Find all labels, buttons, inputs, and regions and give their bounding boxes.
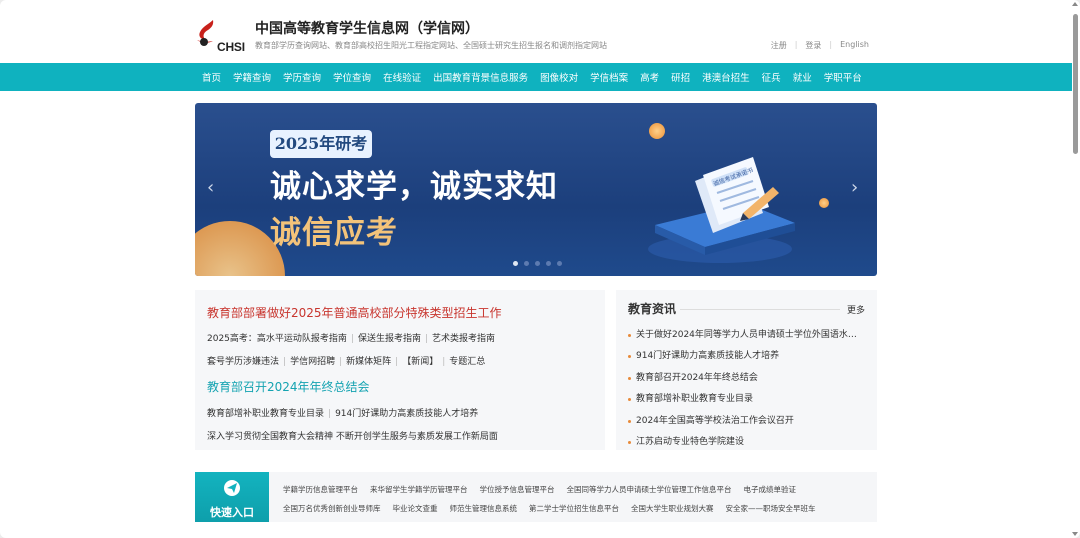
quick-entry-title: 快速入口 bbox=[210, 506, 254, 519]
banner-headline: 诚心求学，诚实求知 bbox=[270, 169, 558, 205]
title-divider bbox=[680, 309, 840, 310]
news-link[interactable]: 专题汇总 bbox=[449, 357, 485, 367]
quick-links-row: 全国万名优秀创新创业导师库 毕业论文查重 师范生管理信息系统 第二学士学位招生信… bbox=[283, 503, 816, 514]
news-link[interactable]: 教育部增补职业教育专业目录 bbox=[207, 409, 324, 419]
quick-link[interactable]: 电子成绩单验证 bbox=[744, 484, 797, 495]
banner-subheadline: 诚信应考 bbox=[270, 215, 398, 251]
banner-orb-decor bbox=[649, 123, 665, 139]
main-nav: 首页 学籍查询 学历查询 学位查询 在线验证 出国教育背景信息服务 图像校对 学… bbox=[0, 63, 1072, 91]
secondary-headline[interactable]: 教育部召开2024年年终总结会 bbox=[207, 378, 370, 395]
list-item[interactable]: 江苏启动专业特色学院建设 bbox=[628, 432, 864, 453]
news-link[interactable]: 套号学历涉嫌违法 bbox=[207, 357, 279, 367]
news-link[interactable]: 学信网招聘 bbox=[290, 357, 335, 367]
quick-link[interactable]: 学籍学历信息管理平台 bbox=[283, 484, 358, 495]
quick-link[interactable]: 师范生管理信息系统 bbox=[450, 503, 518, 514]
quick-link[interactable]: 毕业论文查重 bbox=[393, 503, 438, 514]
chsi-logo[interactable]: CHSI bbox=[195, 18, 249, 54]
carousel-dot[interactable] bbox=[546, 261, 551, 266]
featured-links-row: 2025高考：高水平运动队报考指南 | 保送生报考指南 | 艺术类报考指南 bbox=[207, 334, 496, 344]
carousel-prev-icon[interactable]: ‹ bbox=[207, 179, 219, 197]
site-title: 中国高等教育学生信息网（学信网） bbox=[255, 21, 479, 37]
carousel-dot[interactable] bbox=[524, 261, 529, 266]
list-item[interactable]: 教育部增补职业教育专业目录 bbox=[628, 389, 864, 410]
site-subtitle: 教育部学历查询网站、教育部高校招生阳光工程指定网站、全国硕士研究生招生报名和调剂… bbox=[255, 41, 607, 50]
carousel-dots bbox=[513, 261, 562, 266]
featured-links-row: 深入学习贯彻全国教育大会精神 不断开创学生服务与素质发展工作新局面 bbox=[207, 429, 498, 442]
quick-link[interactable]: 全国同等学力人员申请硕士学位管理工作信息平台 bbox=[567, 484, 732, 495]
featured-links-row: 教育部增补职业教育专业目录 | 914门好课助力高素质技能人才培养 bbox=[207, 409, 479, 419]
quick-link[interactable]: 安全家——职场安全早班车 bbox=[726, 503, 816, 514]
nav-item-xuezhi[interactable]: 学职平台 bbox=[818, 70, 868, 84]
nav-item-abroad[interactable]: 出国教育背景信息服务 bbox=[427, 70, 534, 84]
news-link[interactable]: 艺术类报考指南 bbox=[432, 334, 495, 344]
scrollbar-thumb[interactable] bbox=[1073, 14, 1078, 154]
list-item[interactable]: 2024年全国高等学校法治工作会议召开 bbox=[628, 411, 864, 432]
hero-banner[interactable]: 2025年研考 诚心求学，诚实求知 诚信应考 诚信考试承诺书 ‹ › bbox=[195, 103, 877, 276]
featured-news-panel: 教育部部署做好2025年普通高校部分特殊类型招生工作 2025高考：高水平运动队… bbox=[195, 290, 605, 450]
quick-link[interactable]: 来华留学生学籍学历管理平台 bbox=[370, 484, 468, 495]
nav-item-zhengbing[interactable]: 征兵 bbox=[756, 70, 787, 84]
carousel-dot[interactable] bbox=[557, 261, 562, 266]
scroll-down-icon[interactable] bbox=[1072, 532, 1078, 536]
featured-links-row: 套号学历涉嫌违法 | 学信网招聘 | 新媒体矩阵 | 【新闻】 | 专题汇总 bbox=[207, 357, 486, 367]
news-link[interactable]: 【新闻】 bbox=[402, 357, 438, 367]
logo-text: CHSI bbox=[217, 40, 245, 54]
nav-item-xueli[interactable]: 学历查询 bbox=[277, 70, 327, 84]
send-icon bbox=[224, 480, 240, 496]
quick-link[interactable]: 全国大学生职业规划大赛 bbox=[631, 503, 714, 514]
quick-entry-panel: 快速入口 学籍学历信息管理平台 来华留学生学籍学历管理平台 学位授予信息管理平台… bbox=[195, 472, 877, 522]
english-link[interactable]: English bbox=[832, 40, 877, 51]
quick-links-row: 学籍学历信息管理平台 来华留学生学籍学历管理平台 学位授予信息管理平台 全国同等… bbox=[283, 484, 796, 495]
more-link[interactable]: 更多 bbox=[847, 303, 865, 316]
quick-link[interactable]: 第二学士学位招生信息平台 bbox=[529, 503, 619, 514]
education-news-panel: 教育资讯 更多 关于做好2024年同等学力人员申请硕士学位外国语水平全国统一考试… bbox=[616, 290, 877, 450]
list-item[interactable]: 教育部召开2024年年终总结会 bbox=[628, 368, 864, 389]
education-news-title: 教育资讯 bbox=[628, 302, 677, 316]
banner-orb-decor bbox=[819, 198, 829, 208]
browser-window: CHSI 中国高等教育学生信息网（学信网） 教育部学历查询网站、教育部高校招生阳… bbox=[0, 0, 1080, 538]
list-item[interactable]: 关于做好2024年同等学力人员申请硕士学位外国语水平全国统一考试工作的通知 bbox=[628, 325, 864, 346]
nav-item-jiuye[interactable]: 就业 bbox=[787, 70, 818, 84]
nav-item-gat[interactable]: 港澳台招生 bbox=[696, 70, 756, 84]
news-link[interactable]: 新媒体矩阵 bbox=[346, 357, 391, 367]
register-link[interactable]: 注册 bbox=[763, 40, 795, 51]
news-link[interactable]: 保送生报考指南 bbox=[358, 334, 421, 344]
exam-document-illustration: 诚信考试承诺书 bbox=[648, 157, 795, 263]
news-link[interactable]: 深入学习贯彻全国教育大会精神 不断开创学生服务与素质发展工作新局面 bbox=[207, 432, 498, 442]
carousel-dot[interactable] bbox=[513, 261, 518, 266]
scroll-up-icon[interactable] bbox=[1072, 2, 1078, 6]
news-link[interactable]: 2025高考：高水平运动队报考指南 bbox=[207, 334, 347, 344]
carousel-next-icon[interactable]: › bbox=[851, 179, 863, 197]
nav-item-image[interactable]: 图像校对 bbox=[534, 70, 584, 84]
login-link[interactable]: 登录 bbox=[797, 40, 829, 51]
quick-entry-label: 快速入口 bbox=[195, 472, 269, 522]
logo-mark-icon bbox=[197, 20, 214, 46]
education-news-list: 关于做好2024年同等学力人员申请硕士学位外国语水平全国统一考试工作的通知 91… bbox=[628, 325, 864, 453]
nav-item-xuewei[interactable]: 学位查询 bbox=[327, 70, 377, 84]
nav-item-yanzhao[interactable]: 研招 bbox=[665, 70, 696, 84]
list-item[interactable]: 914门好课助力高素质技能人才培养 bbox=[628, 346, 864, 367]
quick-link[interactable]: 学位授予信息管理平台 bbox=[480, 484, 555, 495]
site-header: CHSI 中国高等教育学生信息网（学信网） 教育部学历查询网站、教育部高校招生阳… bbox=[195, 14, 877, 58]
nav-item-home[interactable]: 首页 bbox=[196, 70, 227, 84]
news-link[interactable]: 914门好课助力高素质技能人才培养 bbox=[335, 409, 478, 419]
carousel-dot[interactable] bbox=[535, 261, 540, 266]
quick-link[interactable]: 全国万名优秀创新创业导师库 bbox=[283, 503, 381, 514]
nav-item-xueji[interactable]: 学籍查询 bbox=[227, 70, 277, 84]
nav-item-gaokao[interactable]: 高考 bbox=[634, 70, 665, 84]
featured-headline[interactable]: 教育部部署做好2025年普通高校部分特殊类型招生工作 bbox=[207, 304, 502, 321]
header-links: 注册 | 登录 | English bbox=[763, 40, 877, 51]
nav-item-verify[interactable]: 在线验证 bbox=[377, 70, 427, 84]
banner-tag: 2025年研考 bbox=[270, 130, 372, 158]
nav-item-archive[interactable]: 学信档案 bbox=[584, 70, 634, 84]
